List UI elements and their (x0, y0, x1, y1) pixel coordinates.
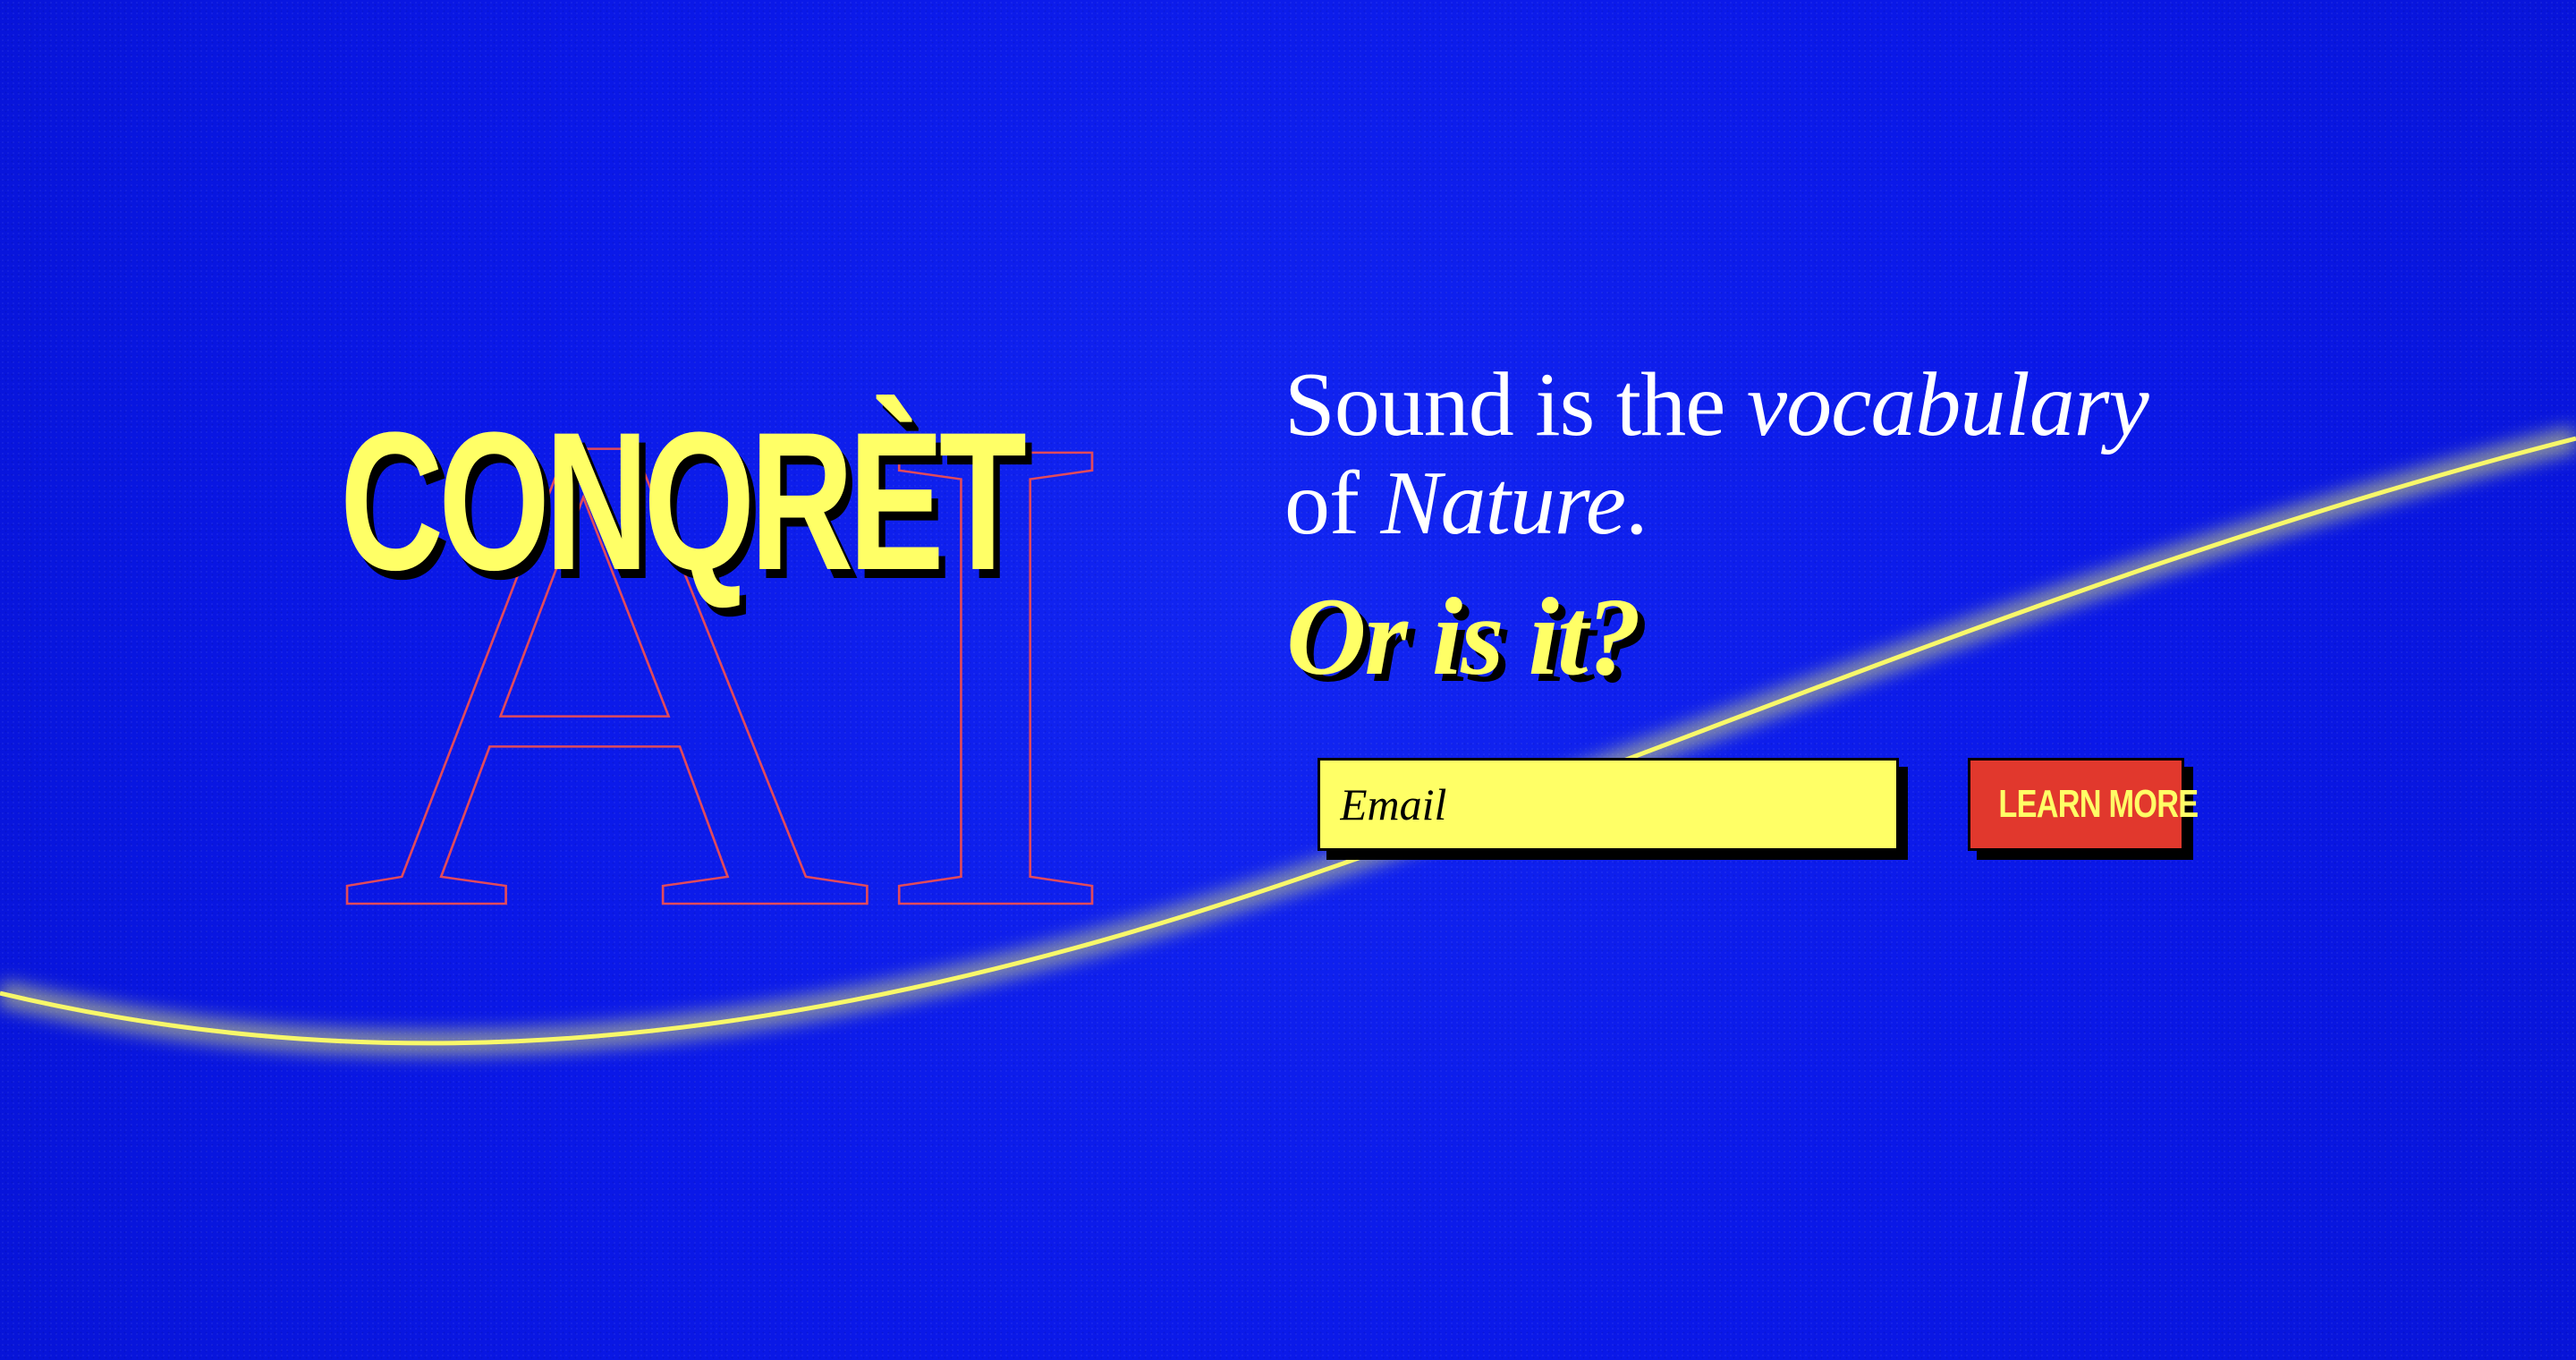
learn-more-button[interactable]: LEARN MORE (1968, 758, 2199, 851)
headline-italic-nature: Nature (1380, 453, 1626, 555)
hero-subheadline: Or is it? (1286, 575, 1641, 698)
email-input[interactable] (1318, 758, 1899, 851)
landing-page: AI CONQRÈT Sound is the vocabulary of Na… (0, 0, 2576, 1360)
headline-italic-vocabulary: vocabulary (1746, 354, 2149, 455)
brand-name: CONQRÈT (340, 391, 1027, 611)
brand-logo: AI CONQRÈT (340, 349, 1145, 931)
headline-text-2: of (1284, 453, 1381, 555)
headline-line-2: of Nature. (1284, 455, 2340, 553)
hero-headline: Sound is the vocabulary of Nature. (1284, 354, 2340, 553)
headline-period: . (1625, 453, 1648, 555)
headline-text-1: Sound is the (1284, 354, 1747, 455)
learn-more-label: LEARN MORE (1998, 782, 2199, 826)
